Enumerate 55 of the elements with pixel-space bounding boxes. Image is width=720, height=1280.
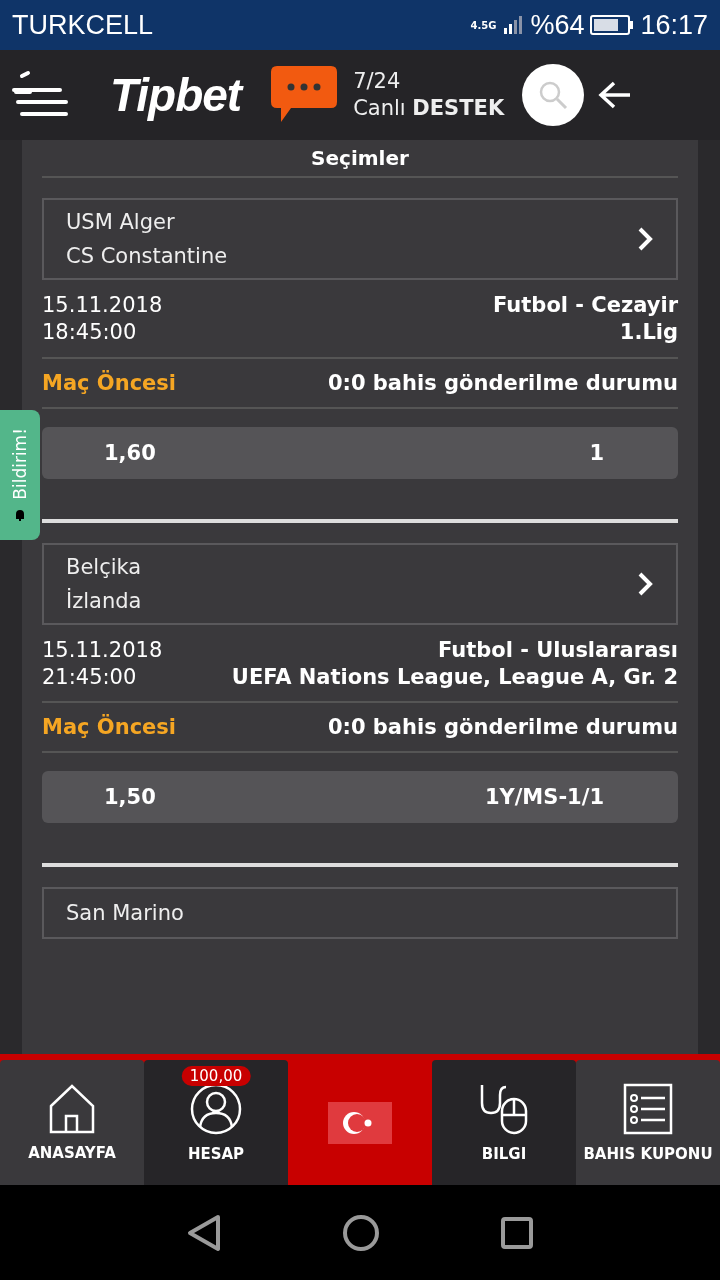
team-name: CS Constantine bbox=[66, 244, 228, 268]
back-icon[interactable] bbox=[186, 1213, 222, 1252]
list-icon bbox=[623, 1082, 673, 1135]
logo[interactable]: Tipbet bbox=[110, 68, 242, 122]
nav-label: ANASAYFA bbox=[28, 1143, 116, 1162]
balance-badge: 100,00 bbox=[181, 1066, 251, 1086]
league-name: UEFA Nations League, League A, Gr. 2 bbox=[231, 663, 678, 691]
sport-category: Futbol - Cezayir bbox=[493, 292, 678, 319]
support-hours: 7/24 bbox=[353, 67, 402, 95]
section-title: Seçimler bbox=[311, 146, 409, 170]
search-icon bbox=[537, 79, 570, 111]
bet-result-status: 0:0 bahis gönderilme durumu bbox=[327, 715, 678, 740]
chevron-right-icon bbox=[636, 226, 654, 252]
match-card[interactable]: Belçika İzlanda bbox=[42, 542, 678, 625]
nav-label: BILGI bbox=[481, 1144, 527, 1163]
bell-icon bbox=[13, 507, 27, 522]
nav-tab[interactable]: BAHIS KUPONU bbox=[576, 1060, 720, 1185]
match-time: 18:45:00 bbox=[42, 319, 138, 347]
match-date: 15.11.2018 bbox=[42, 636, 163, 664]
chevron-right-icon bbox=[636, 570, 654, 597]
battery-icon bbox=[590, 14, 635, 36]
match-status: Maç Öncesi bbox=[42, 715, 177, 740]
odds-value: 1,50 bbox=[104, 785, 156, 810]
team-name: Belçika bbox=[66, 554, 142, 579]
clock: 16:17 bbox=[640, 9, 708, 41]
back-arrow-icon[interactable] bbox=[598, 80, 633, 110]
match-card[interactable]: San Marino bbox=[42, 887, 678, 940]
team-name: San Marino bbox=[66, 901, 184, 926]
recents-icon[interactable] bbox=[500, 1215, 534, 1250]
match-status: Maç Öncesi bbox=[42, 370, 177, 395]
battery-percent: %64 bbox=[530, 9, 585, 41]
flag-icon[interactable] bbox=[328, 1101, 392, 1144]
network-type: 4.5G bbox=[470, 19, 497, 31]
carrier-name: TURKCELL bbox=[12, 9, 154, 41]
bet-result-status: 0:0 bahis gönderilme durumu bbox=[327, 370, 678, 395]
nav-label: BAHIS KUPONU bbox=[583, 1144, 713, 1163]
team-name: İzlanda bbox=[66, 588, 142, 613]
signal-icon bbox=[502, 14, 525, 36]
mouse-icon bbox=[478, 1082, 530, 1135]
match-date: 15.11.2018 bbox=[42, 292, 163, 319]
nav-label: HESAP bbox=[187, 1144, 245, 1163]
odds-value: 1,60 bbox=[104, 440, 156, 465]
match-card[interactable]: USM Alger CS Constantine bbox=[42, 198, 678, 280]
home-button-icon[interactable] bbox=[342, 1213, 380, 1252]
league-name: 1.Lig bbox=[619, 319, 678, 347]
live-support-label[interactable]: Canlı DESTEK bbox=[353, 95, 505, 123]
nav-tab[interactable]: BILGI bbox=[432, 1060, 576, 1185]
match-time: 21:45:00 bbox=[42, 663, 138, 691]
bet-selection: 1 bbox=[589, 440, 604, 465]
home-icon bbox=[49, 1083, 95, 1134]
nav-tab[interactable]: ANASAYFA bbox=[0, 1060, 144, 1185]
sport-category: Futbol - Uluslararası bbox=[437, 636, 678, 664]
bet-selection: 1Y/MS-1/1 bbox=[484, 785, 604, 810]
team-name: USM Alger bbox=[66, 210, 176, 234]
nav-tab[interactable]: HESAP 100,00 bbox=[144, 1060, 288, 1185]
